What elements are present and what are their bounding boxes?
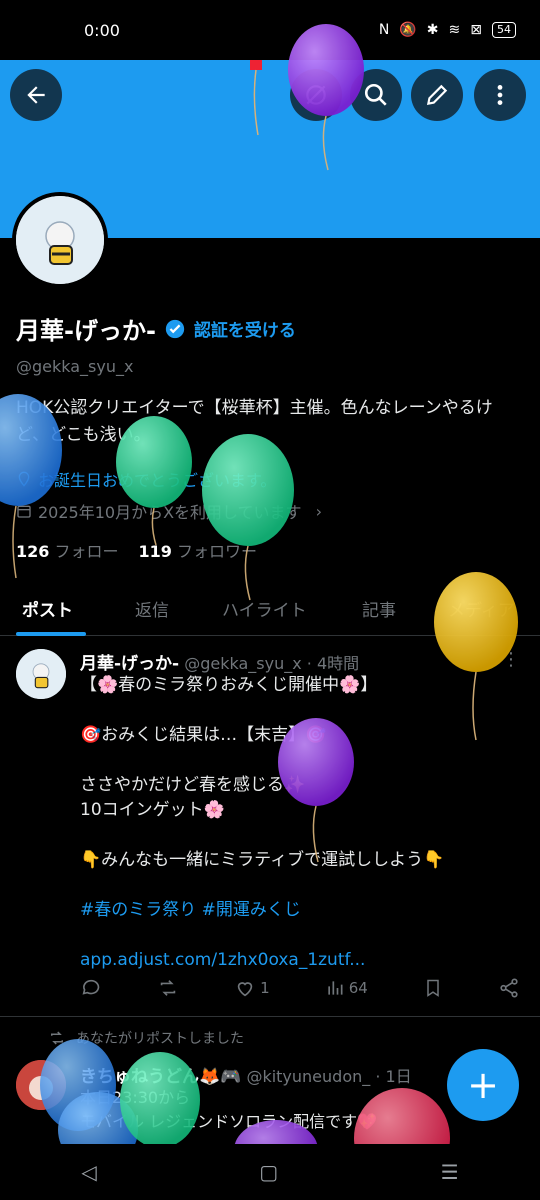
- repost-note: あなたがリポストしました: [48, 1028, 244, 1048]
- chevron-right-icon: ›: [315, 501, 322, 521]
- calendar-icon: [17, 505, 31, 518]
- tab-articles[interactable]: 記事: [362, 584, 396, 621]
- tweet-body: 【🌸春のミラ祭りおみくじ開催中🌸】 🎯おみくじ結果は…【末吉】🎯 ささやかだけど…: [80, 673, 520, 973]
- following-count: 126: [16, 542, 50, 561]
- reply-button[interactable]: [80, 977, 102, 999]
- tweet-hashtags[interactable]: #春のミラ祭り #開運みくじ: [80, 898, 520, 923]
- tweet-author-handle: @gekka_syu_x: [184, 654, 302, 673]
- reply-icon: [82, 979, 100, 995]
- recents-nav-icon[interactable]: ☰: [441, 1160, 459, 1184]
- home-nav-icon[interactable]: ▢: [259, 1160, 278, 1184]
- birthday-text: お誕生日おめでとうございます。: [38, 471, 277, 490]
- tweet-header: きちゅねうどん🦊🎮 @kityuneudon_ · 1日: [80, 1062, 412, 1087]
- profile-tabs: ポスト 返信 ハイライト 記事 メディア: [0, 584, 540, 636]
- profile-bio: HOK公認クリエイターで【桜華杯】主催。色んなレーンやるけど、どこも浅い。: [16, 398, 493, 445]
- tweet-line: 👇みんなも一緒にミラティブで運試ししよう👇: [80, 850, 445, 870]
- repost-note-text: あなたがリポストしました: [76, 1031, 244, 1047]
- like-button[interactable]: 1: [234, 977, 270, 999]
- name-row: 月華-げっか- 認証を受ける: [16, 311, 296, 346]
- followers-count: 119: [138, 542, 172, 561]
- tab-replies[interactable]: 返信: [135, 584, 169, 621]
- avatar-illustration: [16, 196, 104, 284]
- birthday-row[interactable]: お誕生日おめでとうございます。: [16, 467, 276, 491]
- bluetooth-icon: ✱: [426, 22, 439, 38]
- arrow-left-icon: [27, 86, 45, 104]
- following-link[interactable]: 126 フォロー: [16, 538, 119, 562]
- bookmark-button[interactable]: [423, 977, 443, 999]
- get-verified-link[interactable]: 認証を受ける: [194, 316, 296, 341]
- back-nav-icon[interactable]: ◁: [81, 1160, 96, 1184]
- status-bar: 0:00 N 🔕 ✱ ≋ ⊠ 54: [0, 0, 540, 60]
- tweet-time: · 4時間: [306, 654, 360, 673]
- grok-button[interactable]: [290, 69, 342, 121]
- grok-icon: [306, 85, 326, 105]
- tab-media[interactable]: メディア: [448, 584, 515, 621]
- display-name: 月華-げっか-: [16, 317, 156, 345]
- tweet[interactable]: 月華-げっか- @gekka_syu_x · 4時間 ⋮ 【🌸春のミラ祭りおみく…: [0, 637, 540, 1017]
- location-pin-icon: [18, 471, 30, 487]
- share-icon: [500, 978, 518, 998]
- tweet-line: 【🌸春のミラ祭りおみくじ開催中🌸】: [80, 675, 378, 695]
- joined-row[interactable]: 2025年10月からXを利用しています ›: [16, 499, 322, 523]
- heart-icon: [237, 982, 253, 997]
- status-icons: N 🔕 ✱ ≋ ⊠ 54: [379, 22, 516, 38]
- repost-icon: [160, 980, 176, 996]
- followers-label: フォロワー: [177, 542, 258, 561]
- avatar-illustration: [16, 1060, 66, 1110]
- search-icon: [364, 83, 387, 106]
- views-button[interactable]: 64: [325, 978, 368, 998]
- battery-icon: 54: [492, 22, 516, 38]
- tweet-author-handle: @kityuneudon_: [246, 1067, 371, 1086]
- follow-stats: 126 フォロー 119 フォロワー: [16, 538, 257, 562]
- edit-button[interactable]: [411, 69, 463, 121]
- profile-handle: @gekka_syu_x: [16, 357, 134, 376]
- followers-link[interactable]: 119 フォロワー: [139, 538, 258, 562]
- close-box-icon: ⊠: [470, 22, 482, 38]
- verified-badge-icon: [165, 319, 185, 338]
- wifi-icon: ≋: [448, 22, 461, 38]
- tweet-link[interactable]: app.adjust.com/1zhx0oxa_1zutf...: [80, 948, 520, 973]
- tweet-author-name[interactable]: 月華-げっか-: [80, 654, 179, 674]
- tweet-avatar[interactable]: [16, 649, 66, 699]
- avatar-illustration: [16, 649, 66, 699]
- tweet-line: 10コインゲット🌸: [80, 800, 225, 820]
- tweet-avatar[interactable]: [16, 1060, 66, 1110]
- more-button[interactable]: [474, 69, 526, 121]
- like-count: 1: [260, 979, 270, 997]
- tweet-header: 月華-げっか- @gekka_syu_x · 4時間: [80, 649, 359, 674]
- share-button[interactable]: [498, 977, 520, 999]
- tweet-author-name[interactable]: きちゅねうどん🦊🎮: [80, 1067, 241, 1087]
- back-button[interactable]: [10, 69, 62, 121]
- search-button[interactable]: [350, 69, 402, 121]
- pencil-icon: [426, 84, 448, 106]
- clock: 0:00: [84, 20, 120, 40]
- compose-button[interactable]: +: [447, 1049, 519, 1121]
- profile-avatar[interactable]: [12, 192, 108, 288]
- more-vertical-icon: [497, 85, 503, 105]
- bar-chart-icon: [328, 981, 343, 995]
- plus-icon: +: [467, 1063, 499, 1107]
- tweet-time: · 1日: [375, 1067, 412, 1086]
- tab-highlights[interactable]: ハイライト: [222, 584, 307, 621]
- joined-text: 2025年10月からXを利用しています: [38, 503, 302, 522]
- tweet-line: 🎯おみくじ結果は…【末吉】🎯: [80, 725, 327, 745]
- tweet-actions: 1 64: [80, 977, 520, 999]
- tweet-more-icon[interactable]: ⋮: [502, 649, 520, 670]
- repost-button[interactable]: [157, 977, 179, 999]
- system-nav-bar: ◁ ▢ ☰: [0, 1144, 540, 1200]
- tab-posts[interactable]: ポスト: [22, 584, 73, 621]
- tweet-line: モバイル レジェンドソロラン配信です💖: [80, 1112, 378, 1131]
- nfc-icon: N: [378, 22, 390, 38]
- view-count: 64: [348, 979, 368, 997]
- mute-icon: 🔕: [399, 22, 417, 38]
- following-label: フォロー: [54, 542, 119, 561]
- active-tab-indicator: [16, 632, 86, 636]
- repost-icon: [51, 1031, 63, 1045]
- tweet-line: ささやかだけど春を感じる✨: [80, 775, 306, 795]
- bookmark-icon: [427, 979, 439, 997]
